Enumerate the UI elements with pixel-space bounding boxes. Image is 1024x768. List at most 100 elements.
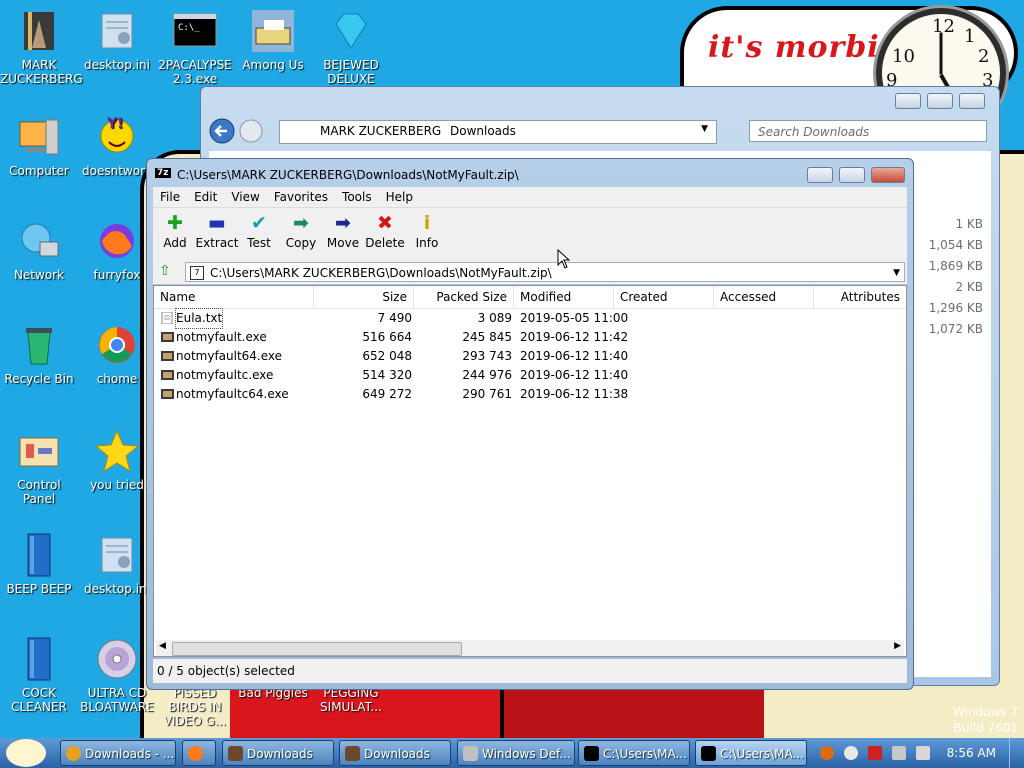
menu-view[interactable]: View [224, 187, 266, 207]
add-button[interactable]: ✚ Add [153, 212, 197, 250]
file-list[interactable]: Name Size Packed Size Modified Created A… [153, 285, 907, 657]
taskbar-item-firefox[interactable] [182, 740, 216, 766]
path-input[interactable]: 7 C:\Users\MARK ZUCKERBERG\Downloads\Not… [185, 262, 905, 282]
desktop-icon-network[interactable]: Network [0, 218, 78, 282]
column-name[interactable]: Name [154, 286, 314, 308]
path-bar: ⇧ 7 C:\Users\MARK ZUCKERBERG\Downloads\N… [153, 260, 907, 284]
desktop-icon-beep-beep[interactable]: BEEP BEEP [0, 532, 78, 596]
exe-file-icon [161, 370, 174, 380]
desktop-icon-you-tried[interactable]: you tried [78, 428, 156, 492]
desktop-icon-control-panel[interactable]: Control Panel [0, 428, 78, 506]
explorer-address-bar[interactable]: MARK ZUCKERBERG Downloads ▼ [279, 120, 717, 144]
desktop-icon-doesntwork[interactable]: Y! doesntwork [78, 114, 156, 178]
column-modified[interactable]: Modified [514, 286, 614, 308]
back-forward-icon[interactable] [209, 118, 269, 144]
file-size: 652 048 [362, 349, 412, 363]
file-row[interactable]: notmyfault64.exe 652 048 293 743 2019-06… [154, 347, 906, 366]
scroll-right-icon[interactable]: ▶ [894, 641, 901, 651]
info-button[interactable]: i Info [405, 212, 449, 250]
file-size: 1,296 KB [928, 301, 983, 315]
menu-help[interactable]: Help [379, 187, 420, 207]
desktop-icon-bejeweled[interactable]: BEJEWED DELUXE [312, 8, 390, 86]
desktop-icon-pegging-simulator[interactable]: PEGGING SIMULAT... [312, 686, 390, 714]
taskbar-item-7zip-1[interactable]: C:\Users\MA... [578, 740, 690, 766]
taskbar-item-7zip-2[interactable]: C:\Users\MA... [695, 740, 807, 766]
folder-up-icon[interactable]: ⇧ [159, 263, 171, 279]
file-row[interactable]: notmyfault.exe 516 664 245 845 2019-06-1… [154, 328, 906, 347]
desktop-icon-computer[interactable]: Computer [0, 114, 78, 178]
tray-app-icon[interactable] [844, 746, 858, 760]
show-desktop-button[interactable] [1009, 738, 1024, 768]
file-modified: 2019-06-12 11:40 [520, 349, 629, 363]
column-created[interactable]: Created [614, 286, 714, 308]
explorer-search-input[interactable]: Search Downloads [749, 120, 987, 142]
action-center-flag-icon[interactable] [868, 746, 882, 760]
taskbar-item-downloads-2[interactable]: Downloads [339, 740, 451, 766]
desktop-icon-cock-cleaner[interactable]: COCK CLEANER [0, 636, 78, 714]
column-size[interactable]: Size [314, 286, 414, 308]
file-row[interactable]: notmyfaultc.exe 514 320 244 976 2019-06-… [154, 366, 906, 385]
desktop-icon-pissed-birds[interactable]: PISSED BIRDS IN VIDEO G... [156, 686, 234, 728]
breadcrumb-downloads[interactable]: Downloads [450, 124, 516, 138]
chevron-down-icon[interactable]: ▼ [893, 263, 900, 283]
desktop-icon-label: Computer [9, 164, 69, 178]
breadcrumb-user[interactable]: MARK ZUCKERBERG [320, 124, 441, 138]
network-tray-icon[interactable] [892, 746, 906, 760]
search-icon[interactable] [820, 746, 834, 760]
start-button[interactable] [6, 739, 46, 767]
column-accessed[interactable]: Accessed [714, 286, 814, 308]
minus-icon: ▬ [208, 212, 226, 234]
file-row[interactable]: notmyfaultc64.exe 649 272 290 761 2019-0… [154, 385, 906, 404]
explorer-close-button[interactable] [959, 93, 985, 109]
menu-favorites[interactable]: Favorites [267, 187, 335, 207]
taskbar-item-chrome-downloads[interactable]: Downloads - ... [60, 740, 176, 766]
taskbar-item-downloads-1[interactable]: Downloads [222, 740, 334, 766]
extract-label: Extract [195, 236, 239, 250]
explorer-minimize-button[interactable] [895, 93, 921, 109]
desktop-icon-label: furryfox [93, 268, 141, 282]
volume-icon[interactable] [916, 746, 930, 760]
7zip-icon [584, 746, 599, 761]
menu-edit[interactable]: Edit [187, 187, 224, 207]
horizontal-scrollbar[interactable]: ◀ ▶ [156, 640, 904, 656]
scroll-left-icon[interactable]: ◀ [159, 641, 166, 651]
file-name: notmyfault.exe [176, 330, 267, 344]
desktop-icon-label: BEJEWED DELUXE [323, 58, 379, 86]
gold-star-icon [94, 429, 140, 473]
desktop-icon-furryfox[interactable]: furryfox [78, 218, 156, 282]
file-row[interactable]: Eula.txt 7 490 3 089 2019-05-05 11:00 [154, 308, 906, 329]
toolbar: ✚ Add ▬ Extract ✔ Test ➡ Copy ➡ Move ✖ Delete … [153, 207, 907, 260]
menu-file[interactable]: File [153, 187, 187, 207]
explorer-maximize-button[interactable] [927, 93, 953, 109]
desktop-icon-label: you tried [90, 478, 144, 492]
taskbar-item-windows-defender[interactable]: Windows Def... [457, 740, 575, 766]
copy-button[interactable]: ➡ Copy [279, 212, 323, 250]
checkmark-icon: ✔ [251, 212, 267, 234]
desktop-icon-2pacalypse[interactable]: C:\_ 2PACALYPSE 2.3.exe [156, 8, 234, 86]
desktop-icon-recycle-bin[interactable]: Recycle Bin [0, 322, 78, 386]
desktop-icon-ultra-cd[interactable]: ULTRA CD BLOATWARE [78, 636, 156, 714]
minimize-button[interactable] [807, 167, 833, 183]
chevron-down-icon[interactable]: ▼ [701, 124, 708, 134]
test-button[interactable]: ✔ Test [237, 212, 281, 250]
desktop-icon-chome[interactable]: chome [78, 322, 156, 386]
7zip-window[interactable]: 7z C:\Users\MARK ZUCKERBERG\Downloads\No… [146, 158, 914, 690]
close-button[interactable] [871, 167, 905, 183]
file-name: notmyfaultc64.exe [176, 387, 289, 401]
desktop-icon-mark-zuckerberg[interactable]: MARK ZUCKERBERG [0, 8, 83, 86]
desktop-icon-desktop-ini-2[interactable]: desktop.ini [78, 532, 156, 596]
desktop-icon-among-us[interactable]: Among Us [234, 8, 312, 72]
delete-button[interactable]: ✖ Delete [363, 212, 407, 250]
move-button[interactable]: ➡ Move [321, 212, 365, 250]
menu-tools[interactable]: Tools [335, 187, 379, 207]
desktop-icon-desktop-ini[interactable]: desktop.ini [78, 8, 156, 72]
column-attributes[interactable]: Attributes [814, 286, 906, 308]
task-label: C:\Users\MA... [720, 747, 804, 761]
scrollbar-thumb[interactable] [172, 642, 462, 656]
svg-text:C:\_: C:\_ [178, 23, 200, 33]
taskbar-clock[interactable]: 8:56 AM [947, 738, 996, 768]
maximize-button[interactable] [839, 167, 865, 183]
column-packed-size[interactable]: Packed Size [414, 286, 514, 308]
extract-button[interactable]: ▬ Extract [195, 212, 239, 250]
task-label: Downloads [364, 747, 430, 761]
